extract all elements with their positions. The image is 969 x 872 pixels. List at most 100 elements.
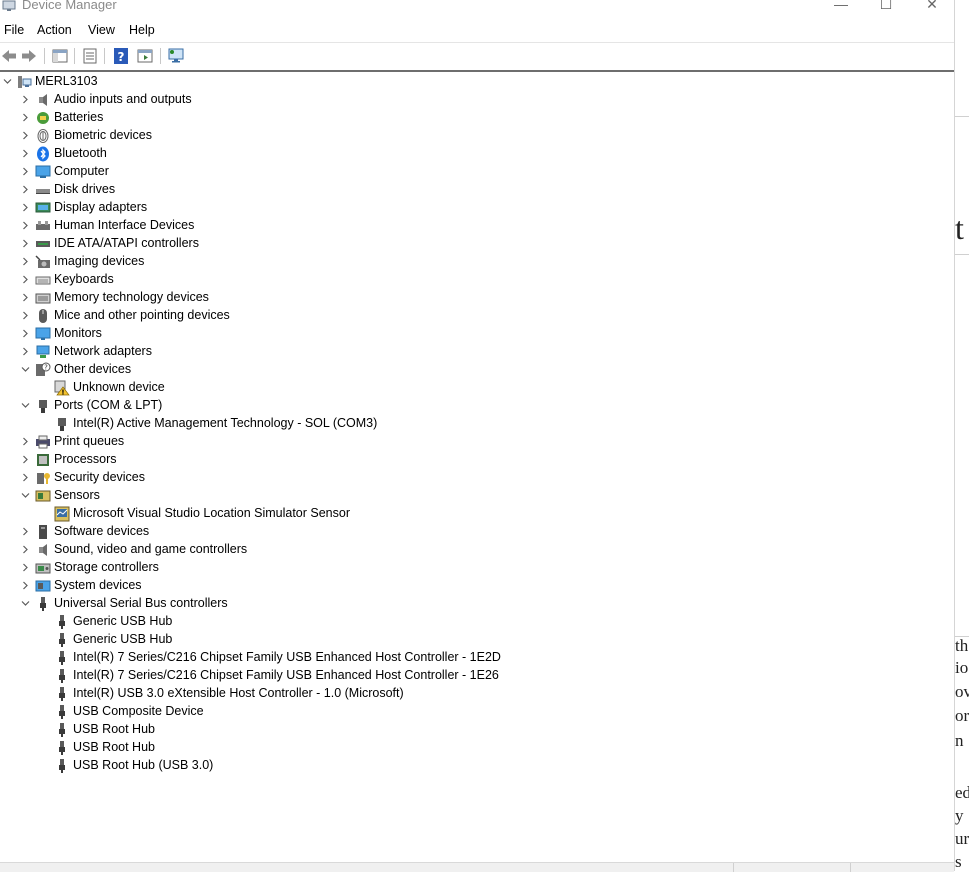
tree-category-node[interactable]: Universal Serial Bus controllers	[0, 595, 954, 613]
tree-category-node[interactable]: Network adapters	[0, 343, 954, 361]
tree-category-node[interactable]: ? Other devices	[0, 361, 954, 379]
category-label: Bluetooth	[54, 146, 107, 160]
tree-category-node[interactable]: Security devices	[0, 469, 954, 487]
chevron-right-icon[interactable]	[20, 148, 31, 159]
tree-device-node[interactable]: ! Unknown device	[0, 379, 954, 397]
device-label: Intel(R) 7 Series/C216 Chipset Family US…	[73, 668, 499, 682]
menu-help[interactable]: Help	[129, 23, 155, 37]
tree-device-node[interactable]: USB Root Hub (USB 3.0)	[0, 757, 954, 775]
chevron-right-icon[interactable]	[20, 436, 31, 447]
tree-device-node[interactable]: Generic USB Hub	[0, 631, 954, 649]
tree-category-node[interactable]: IDE ATA/ATAPI controllers	[0, 235, 954, 253]
chevron-right-icon[interactable]	[20, 184, 31, 195]
category-label: Biometric devices	[54, 128, 152, 142]
title-bar[interactable]: Device Manager — ☐ ✕	[0, 0, 954, 18]
tree-category-node[interactable]: Keyboards	[0, 271, 954, 289]
tree-category-node[interactable]: Audio inputs and outputs	[0, 91, 954, 109]
tree-category-node[interactable]: Memory technology devices	[0, 289, 954, 307]
chevron-right-icon[interactable]	[20, 328, 31, 339]
tree-root-label: MERL3103	[35, 74, 98, 88]
toolbar: ?	[0, 42, 954, 69]
category-label: Security devices	[54, 470, 146, 484]
tree-category-node[interactable]: Mice and other pointing devices	[0, 307, 954, 325]
tree-category-node[interactable]: Sensors	[0, 487, 954, 505]
tree-category-node[interactable]: Computer	[0, 163, 954, 181]
chevron-right-icon[interactable]	[20, 112, 31, 123]
tree-device-node[interactable]: USB Root Hub	[0, 739, 954, 757]
back-button[interactable]	[0, 47, 18, 65]
menu-action[interactable]: Action	[37, 23, 72, 37]
chevron-down-icon[interactable]	[20, 400, 31, 411]
chevron-right-icon[interactable]	[20, 472, 31, 483]
tree-category-node[interactable]: Processors	[0, 451, 954, 469]
tree-category-node[interactable]: Sound, video and game controllers	[0, 541, 954, 559]
console-tree-icon[interactable]	[51, 47, 69, 65]
tree-category-node[interactable]: System devices	[0, 577, 954, 595]
chevron-down-icon[interactable]	[20, 364, 31, 375]
tree-category-node[interactable]: Human Interface Devices	[0, 217, 954, 235]
tree-category-node[interactable]: Display adapters	[0, 199, 954, 217]
tree-device-node[interactable]: Intel(R) Active Management Technology - …	[0, 415, 954, 433]
tree-category-node[interactable]: Print queues	[0, 433, 954, 451]
tree-device-node[interactable]: USB Root Hub	[0, 721, 954, 739]
tree-device-node[interactable]: Intel(R) USB 3.0 eXtensible Host Control…	[0, 685, 954, 703]
warning-device-icon: !	[54, 380, 70, 396]
chevron-right-icon[interactable]	[20, 256, 31, 267]
chevron-right-icon[interactable]	[20, 130, 31, 141]
minimize-button[interactable]: —	[818, 0, 864, 16]
tree-root-node[interactable]: MERL3103	[0, 73, 954, 91]
chevron-down-icon[interactable]	[20, 598, 31, 609]
tree-category-node[interactable]: Biometric devices	[0, 127, 954, 145]
tree-category-node[interactable]: Storage controllers	[0, 559, 954, 577]
close-button[interactable]: ✕	[909, 0, 955, 16]
chevron-right-icon[interactable]	[20, 166, 31, 177]
tree-device-node[interactable]: USB Composite Device	[0, 703, 954, 721]
chevron-right-icon[interactable]	[20, 274, 31, 285]
tree-device-node[interactable]: Intel(R) 7 Series/C216 Chipset Family US…	[0, 667, 954, 685]
maximize-button[interactable]: ☐	[863, 0, 909, 16]
chevron-right-icon[interactable]	[20, 562, 31, 573]
tree-device-node[interactable]: Intel(R) 7 Series/C216 Chipset Family US…	[0, 649, 954, 667]
tree-category-node[interactable]: Software devices	[0, 523, 954, 541]
chevron-right-icon[interactable]	[20, 454, 31, 465]
tree-category-node[interactable]: Batteries	[0, 109, 954, 127]
chevron-right-icon[interactable]	[20, 220, 31, 231]
properties-icon[interactable]	[81, 47, 99, 65]
usb-icon	[35, 596, 51, 612]
chevron-right-icon[interactable]	[20, 94, 31, 105]
device-label: USB Composite Device	[73, 704, 204, 718]
category-label: Network adapters	[54, 344, 152, 358]
category-label: Software devices	[54, 524, 150, 538]
device-label: USB Root Hub	[73, 722, 155, 736]
chevron-right-icon[interactable]	[20, 292, 31, 303]
unknown-device-icon: ?	[35, 362, 51, 378]
monitor-scan-icon[interactable]	[167, 47, 185, 65]
help-icon[interactable]: ?	[112, 47, 130, 65]
software-device-icon	[35, 524, 51, 540]
device-manager-icon	[2, 0, 16, 11]
category-label: Sensors	[54, 488, 100, 502]
tree-category-node[interactable]: Monitors	[0, 325, 954, 343]
chevron-right-icon[interactable]	[20, 202, 31, 213]
background-text-fragment: y	[955, 806, 964, 825]
chevron-right-icon[interactable]	[20, 238, 31, 249]
chevron-right-icon[interactable]	[20, 580, 31, 591]
tree-device-node[interactable]: Microsoft Visual Studio Location Simulat…	[0, 505, 954, 523]
menu-file[interactable]: File	[4, 23, 24, 37]
chevron-right-icon[interactable]	[20, 526, 31, 537]
chevron-right-icon[interactable]	[20, 346, 31, 357]
chevron-down-icon[interactable]	[2, 76, 13, 87]
action-pane-icon[interactable]	[136, 47, 154, 65]
tree-category-node[interactable]: Imaging devices	[0, 253, 954, 271]
chevron-down-icon[interactable]	[20, 490, 31, 501]
chevron-right-icon[interactable]	[20, 310, 31, 321]
forward-button[interactable]	[20, 47, 38, 65]
background-text-fragment: th	[955, 636, 969, 655]
tree-device-node[interactable]: Generic USB Hub	[0, 613, 954, 631]
chevron-right-icon[interactable]	[20, 544, 31, 555]
tree-category-node[interactable]: Disk drives	[0, 181, 954, 199]
tree-category-node[interactable]: Bluetooth	[0, 145, 954, 163]
menu-view[interactable]: View	[88, 23, 115, 37]
bluetooth-icon	[35, 146, 51, 162]
tree-category-node[interactable]: Ports (COM & LPT)	[0, 397, 954, 415]
